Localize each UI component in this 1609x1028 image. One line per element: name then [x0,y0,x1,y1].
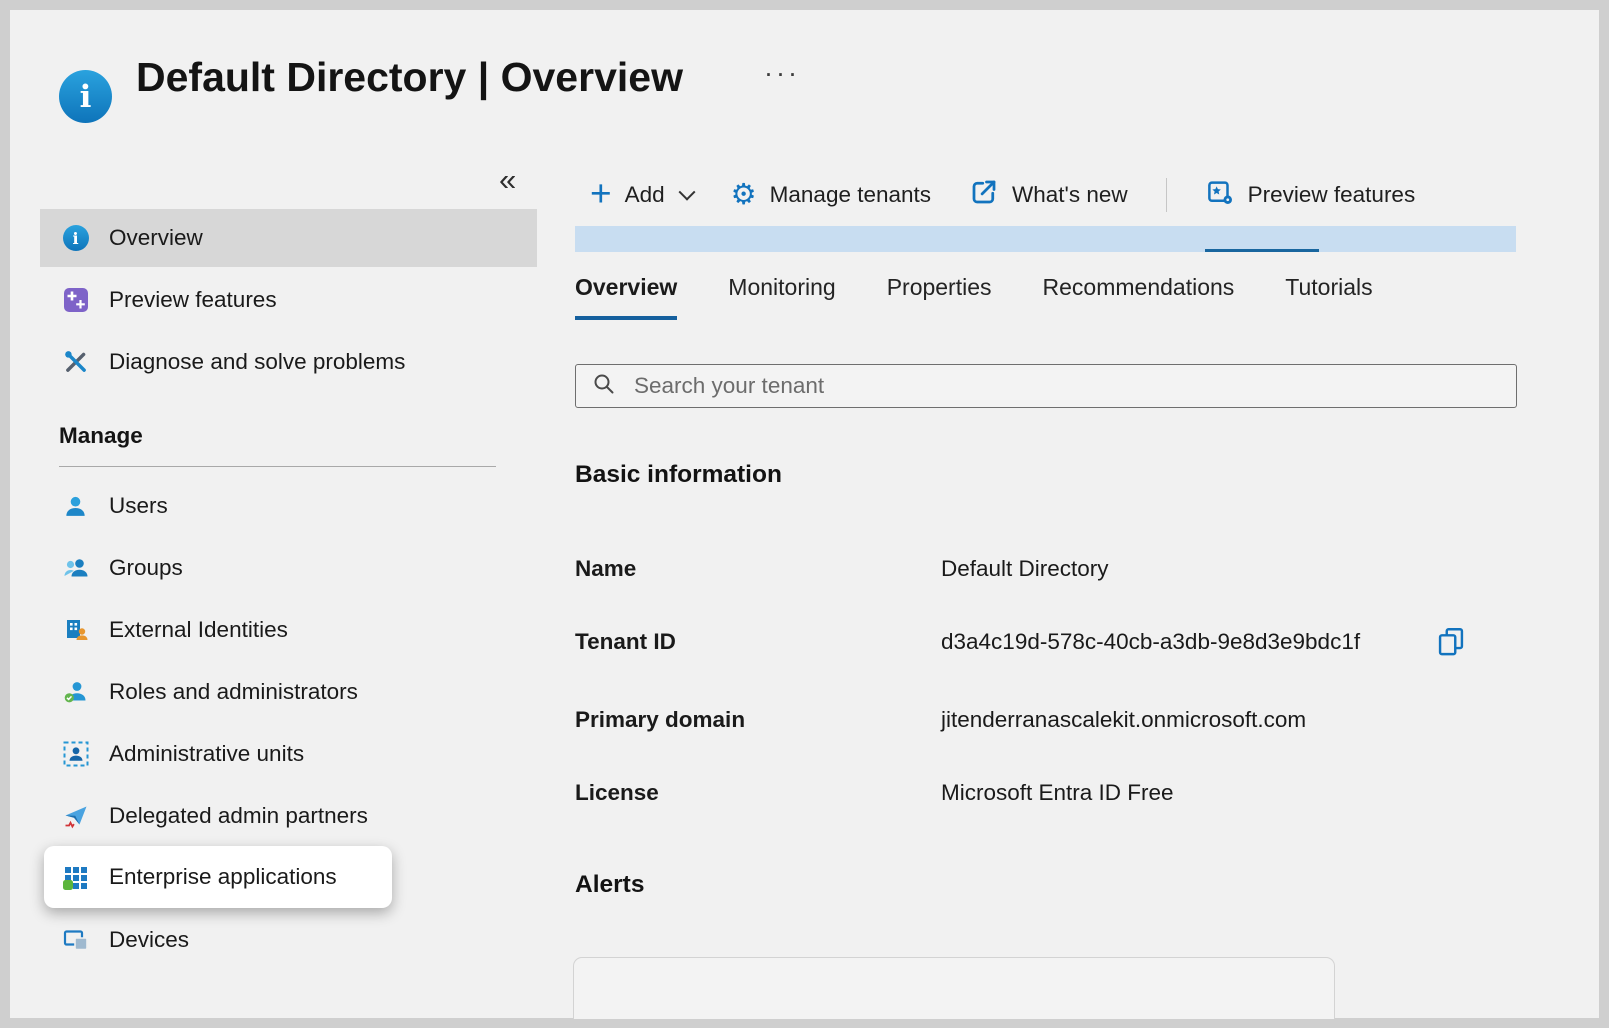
external-identities-icon [62,617,89,644]
sidebar-item-label: Users [109,493,168,519]
directory-info-icon: i [59,70,112,123]
sidebar-item-users[interactable]: Users [40,477,537,535]
sidebar-item-devices[interactable]: Devices [40,911,537,969]
preview-features-icon [62,287,89,314]
open-in-new-icon [969,177,999,213]
page-title: Default Directory | Overview [136,54,683,101]
sidebar-item-enterprise-applications[interactable]: Enterprise applications [44,846,392,908]
sidebar-item-label: Administrative units [109,741,304,767]
info-label: Primary domain [575,707,941,733]
sidebar-item-overview[interactable]: i Overview [40,209,537,267]
alerts-heading: Alerts [575,871,644,899]
overview-tabs: Overview Monitoring Properties Recommend… [575,268,1373,320]
info-value: Default Directory [941,556,1109,582]
user-icon [62,493,89,520]
info-value: d3a4c19d-578c-40cb-a3db-9e8d3e9bdc1f [941,629,1360,655]
sidebar-item-label: Delegated admin partners [109,803,368,829]
info-label: Name [575,556,941,582]
preview-features-icon [1205,177,1235,213]
info-value: jitenderranascalekit.onmicrosoft.com [941,707,1306,733]
sidebar-item-label: Diagnose and solve problems [109,349,405,375]
copy-icon[interactable] [1434,625,1468,659]
tenant-search-box[interactable] [575,364,1517,408]
search-input[interactable] [632,372,1500,400]
info-label: Tenant ID [575,629,941,655]
search-icon [592,372,616,401]
preview-features-button[interactable]: Preview features [1205,177,1416,213]
whats-new-button[interactable]: What's new [969,177,1128,213]
sidebar-item-label: Preview features [109,287,277,313]
groups-icon [62,555,89,582]
devices-icon [62,927,89,954]
info-icon: i [62,225,89,252]
manage-tenants-label: Manage tenants [770,182,931,208]
enterprise-applications-icon [62,864,89,891]
info-letter: i [80,79,92,115]
delegated-admin-partners-icon [62,803,89,830]
command-bar: + Add ⚙︎ Manage tenants What's new Previ… [590,170,1520,220]
sidebar-item-preview-features[interactable]: Preview features [40,271,537,329]
preview-features-label: Preview features [1248,182,1416,208]
sidebar-item-diagnose[interactable]: Diagnose and solve problems [40,333,537,391]
alerts-card [573,957,1335,1019]
tab-monitoring[interactable]: Monitoring [728,268,835,320]
sidebar-divider [59,466,496,467]
sidebar-item-label: Roles and administrators [109,679,358,705]
roles-administrators-icon [62,679,89,706]
sidebar-item-label: External Identities [109,617,288,643]
tab-tutorials[interactable]: Tutorials [1285,268,1372,320]
banner-link-underline [1205,249,1319,252]
sidebar-item-label: Enterprise applications [109,864,337,890]
tab-recommendations[interactable]: Recommendations [1043,268,1235,320]
chevron-down-icon [678,184,695,201]
sidebar-section-manage: Manage [59,423,143,449]
info-row-tenant-id: Tenant ID d3a4c19d-578c-40cb-a3db-9e8d3e… [575,629,1360,655]
more-options-icon[interactable]: ··· [764,58,800,89]
basic-information-heading: Basic information [575,461,782,489]
diagnose-tools-icon [62,349,89,376]
whats-new-label: What's new [1012,182,1128,208]
sidebar-item-groups[interactable]: Groups [40,539,537,597]
tab-properties[interactable]: Properties [887,268,992,320]
tab-overview[interactable]: Overview [575,268,677,320]
add-label: Add [625,182,665,208]
sidebar-item-label: Groups [109,555,183,581]
info-value: Microsoft Entra ID Free [941,780,1174,806]
sidebar-item-delegated-admin-partners[interactable]: Delegated admin partners [40,787,537,845]
administrative-units-icon [62,741,89,768]
info-row-license: License Microsoft Entra ID Free [575,780,1174,806]
toolbar-divider [1166,178,1167,212]
notification-banner [575,226,1516,252]
add-button[interactable]: + Add [590,179,693,212]
info-row-primary-domain: Primary domain jitenderranascalekit.onmi… [575,707,1306,733]
sidebar-item-label: Devices [109,927,189,953]
entra-overview-screen: i Default Directory | Overview ··· « i O… [0,0,1609,1028]
gear-icon: ⚙︎ [731,181,757,210]
sidebar-item-roles[interactable]: Roles and administrators [40,663,537,721]
sidebar-collapse-icon[interactable]: « [499,162,516,198]
sidebar-item-administrative-units[interactable]: Administrative units [40,725,537,783]
info-letter: i [72,229,78,248]
info-row-name: Name Default Directory [575,556,1109,582]
plus-icon: + [590,175,612,212]
sidebar-item-label: Overview [109,225,203,251]
manage-tenants-button[interactable]: ⚙︎ Manage tenants [731,181,931,210]
info-label: License [575,780,941,806]
sidebar-item-external-identities[interactable]: External Identities [40,601,537,659]
